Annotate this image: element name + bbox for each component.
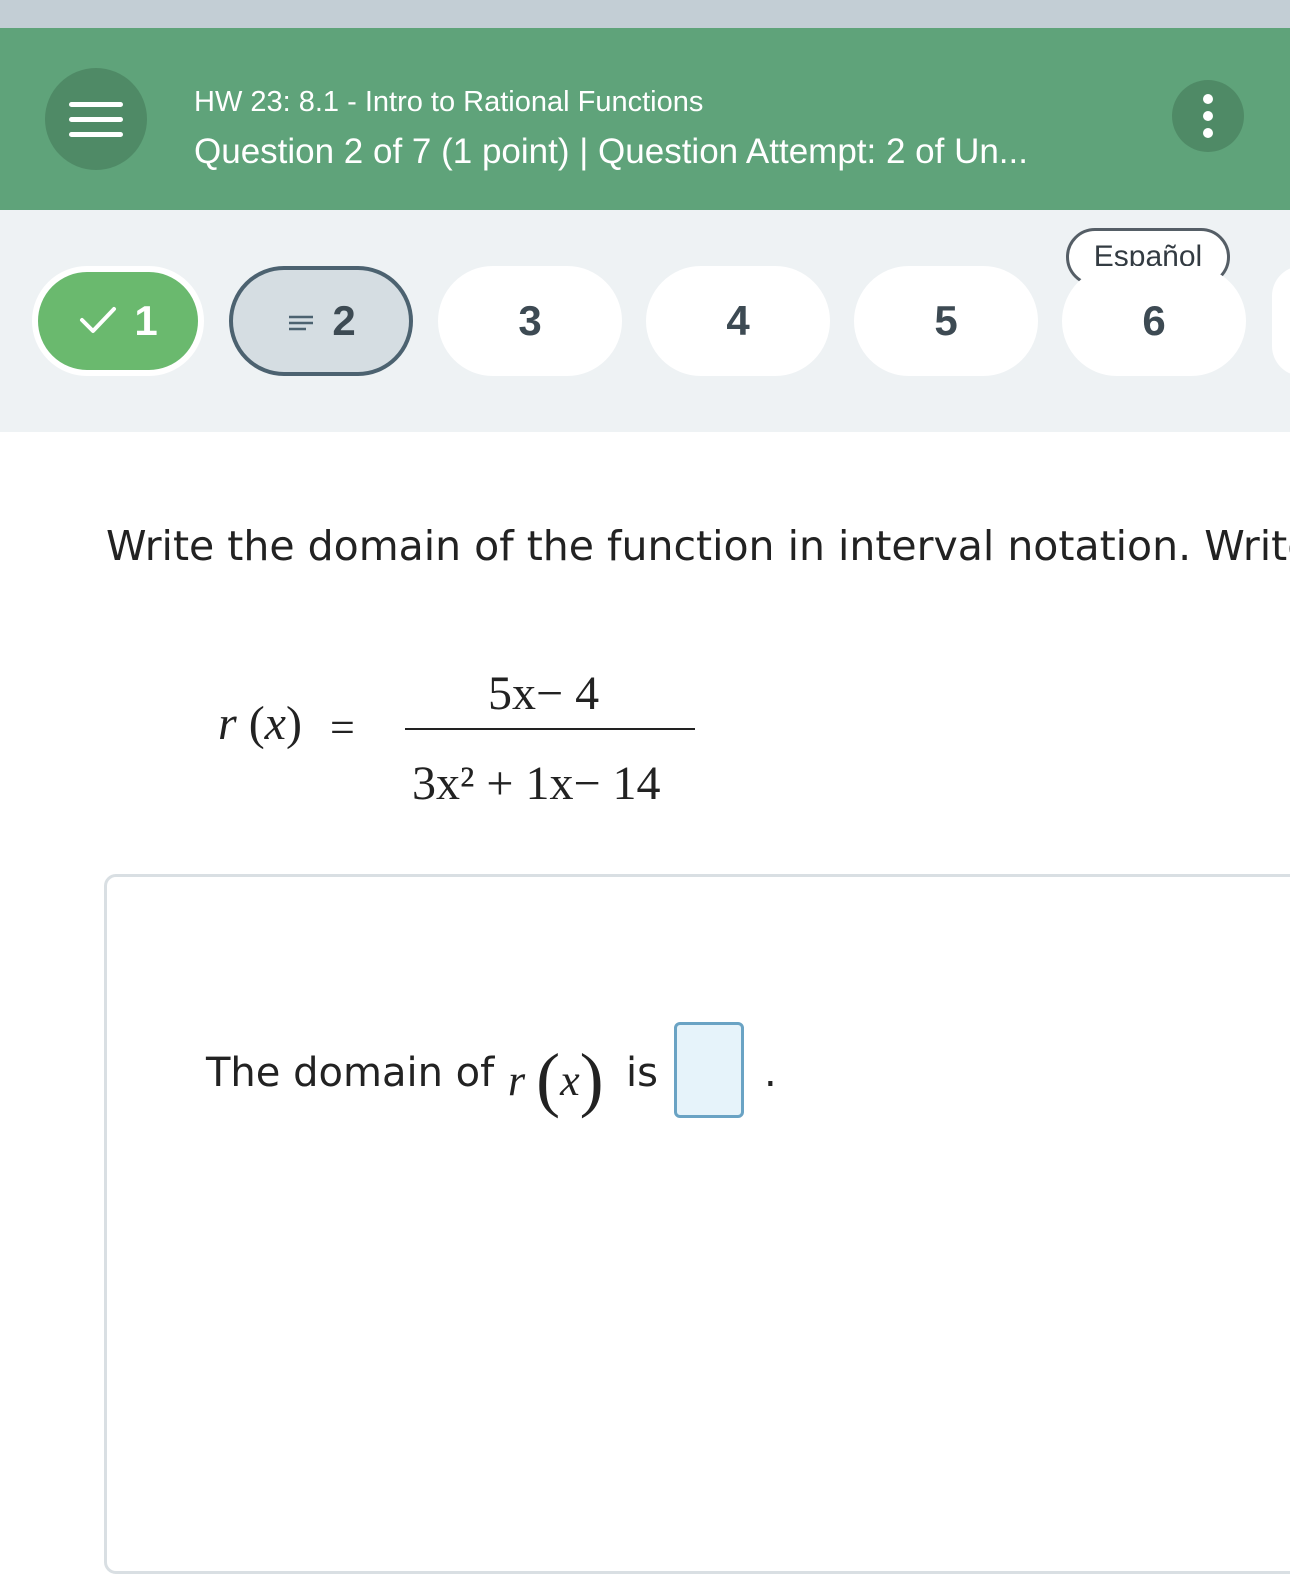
- question-1-button[interactable]: 1: [32, 266, 204, 376]
- question-4-button[interactable]: 4: [646, 266, 830, 376]
- answer-is-text: is: [626, 1050, 658, 1096]
- question-6-button[interactable]: 6: [1062, 266, 1246, 376]
- answer-function-label: r (x): [508, 1039, 604, 1119]
- answer-period: .: [764, 1050, 777, 1096]
- kebab-menu-icon[interactable]: [1172, 80, 1244, 152]
- answer-lead-text: The domain of: [206, 1050, 495, 1096]
- question-1-label: 1: [134, 297, 158, 344]
- question-2-label: 2: [332, 297, 356, 344]
- question-navigation: Español 1 2 3 4 5 6: [0, 210, 1290, 432]
- function-name: r (x): [218, 697, 302, 750]
- question-5-label: 5: [934, 297, 958, 344]
- question-prompt: Write the domain of the function in inte…: [106, 522, 1290, 570]
- question-7-button-partial[interactable]: [1272, 266, 1290, 376]
- lines-icon: [286, 297, 316, 345]
- equals-sign: =: [330, 703, 355, 752]
- fraction-bar: [405, 728, 695, 730]
- assignment-header: HW 23: 8.1 - Intro to Rational Functions…: [0, 28, 1290, 210]
- domain-answer-input[interactable]: [674, 1022, 744, 1118]
- status-strip: [0, 0, 1290, 28]
- question-6-label: 6: [1142, 297, 1166, 344]
- hamburger-menu-icon[interactable]: [45, 68, 147, 170]
- question-4-label: 4: [726, 297, 750, 344]
- fraction-denominator: 3x² + 1x− 14: [412, 757, 661, 810]
- assignment-title: HW 23: 8.1 - Intro to Rational Functions: [194, 86, 704, 118]
- check-icon: [78, 297, 118, 345]
- question-5-button[interactable]: 5: [854, 266, 1038, 376]
- question-2-button[interactable]: 2: [229, 266, 413, 376]
- answer-area: [104, 874, 1290, 1574]
- question-progress: Question 2 of 7 (1 point) | Question Att…: [194, 132, 1028, 171]
- fraction-numerator: 5x− 4: [488, 667, 600, 720]
- question-3-label: 3: [518, 297, 542, 344]
- question-3-button[interactable]: 3: [438, 266, 622, 376]
